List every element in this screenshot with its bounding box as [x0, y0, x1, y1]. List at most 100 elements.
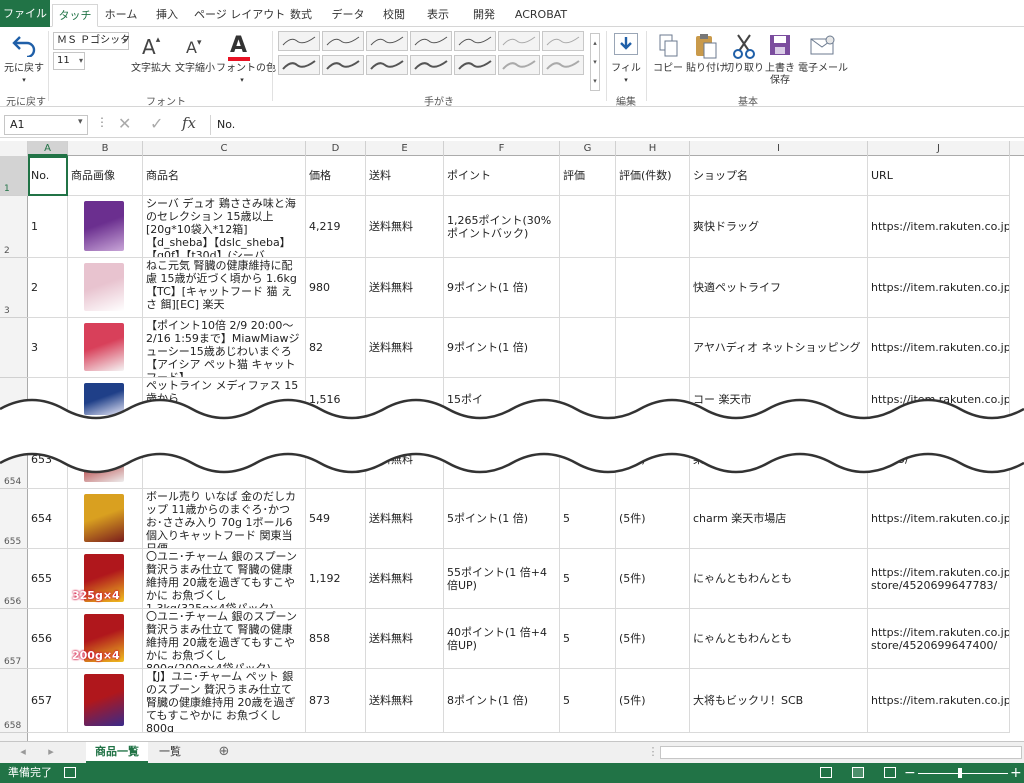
header-cell[interactable]: 商品名 — [143, 156, 306, 196]
ink-pen-swatch[interactable] — [278, 55, 320, 75]
row-header[interactable]: 658 — [0, 669, 28, 733]
sheet-tab-list[interactable]: 一覧 — [150, 742, 190, 763]
data-cell[interactable]: 2 — [28, 258, 68, 318]
data-cell[interactable]: https://item.rakuten.co.jp/aat-store/452… — [868, 549, 1010, 609]
font-name-dropdown[interactable]: ＭＳ Ｐゴシック ▾ — [53, 32, 130, 50]
ink-pen-swatch[interactable] — [542, 55, 584, 75]
product-image-cell[interactable] — [68, 196, 143, 258]
header-cell[interactable]: ポイント — [444, 156, 560, 196]
data-cell[interactable]: https://item.rakuten.co.jp/soukai/18752/ — [868, 196, 1010, 258]
data-cell[interactable]: https://item.rakuten.co.jp/chanet/248900… — [868, 489, 1010, 549]
header-cell[interactable]: 価格 — [306, 156, 366, 196]
insert-function-icon[interactable]: fx — [182, 114, 196, 132]
data-cell[interactable]: 4,219 — [306, 196, 366, 258]
row-header[interactable]: 1 — [0, 156, 28, 196]
data-cell[interactable]: 858 — [306, 609, 366, 669]
data-cell[interactable]: ねこ元気 腎臓の健康維持に配慮 15歳が近づく頃から 1.6kg 【TC】[キャ… — [143, 258, 306, 318]
cancel-icon[interactable]: ✕ — [118, 114, 131, 133]
chevron-down-icon[interactable]: ▾ — [18, 74, 30, 86]
cell-a1[interactable]: No. — [28, 156, 68, 196]
tab-data[interactable]: データ — [326, 4, 370, 27]
product-image-cell[interactable] — [68, 258, 143, 318]
data-cell[interactable] — [616, 318, 690, 378]
product-image-cell[interactable] — [68, 669, 143, 733]
column-header[interactable]: H — [616, 141, 690, 156]
data-cell[interactable]: 送料無料 — [366, 489, 444, 549]
add-sheet-icon[interactable]: ⊕ — [214, 742, 234, 763]
data-cell[interactable]: 送料無料 — [366, 258, 444, 318]
column-header[interactable]: J — [868, 141, 1010, 156]
scroll-left-icon[interactable]: ◂ — [16, 742, 30, 763]
chevron-down-icon[interactable]: ▾ — [620, 74, 632, 86]
select-all-corner[interactable] — [0, 141, 28, 156]
data-cell[interactable]: 5ポイント(1 倍) — [444, 489, 560, 549]
font-size-dropdown[interactable]: 11 ▾ — [53, 52, 85, 70]
data-cell[interactable]: ボール売り いなば 金のだしカップ 11歳からのまぐろ･かつお･ささみ入り 70… — [143, 489, 306, 549]
ink-pen-swatch[interactable] — [278, 31, 320, 51]
tab-home[interactable]: ホーム — [100, 4, 142, 27]
data-cell[interactable] — [560, 258, 616, 318]
zoom-out-icon[interactable]: − — [904, 763, 916, 783]
copy-icon[interactable] — [658, 33, 680, 62]
email-icon[interactable] — [810, 35, 836, 60]
shrink-font-icon[interactable]: A▾ — [186, 38, 201, 57]
header-cell[interactable]: 送料 — [366, 156, 444, 196]
data-cell[interactable] — [616, 258, 690, 318]
tab-page-layout[interactable]: ページ レイアウト — [194, 4, 285, 27]
data-cell[interactable]: 1 — [28, 196, 68, 258]
ink-pen-swatch[interactable] — [454, 31, 496, 51]
overwrite-save-button[interactable]: 上書き 保存 — [762, 63, 798, 87]
column-header[interactable]: E — [366, 141, 444, 156]
product-image-cell[interactable]: 200g×4 — [68, 609, 143, 669]
ink-pen-swatch[interactable] — [542, 31, 584, 51]
data-cell[interactable]: (5件) — [616, 669, 690, 733]
header-cell[interactable]: 評価(件数) — [616, 156, 690, 196]
data-cell[interactable]: シーバ デュオ 鶏ささみ味と海のセレクション 15歳以上[20g*10袋入*12… — [143, 196, 306, 258]
grow-font-icon[interactable]: A▴ — [142, 35, 160, 59]
ink-pen-swatch[interactable] — [366, 55, 408, 75]
data-cell[interactable] — [616, 196, 690, 258]
gallery-scroll[interactable]: ▴ ▾ ▾ — [590, 33, 600, 91]
data-cell[interactable] — [560, 318, 616, 378]
data-cell[interactable]: https://item.rakuten.co.jp/scbmitsuokun1… — [868, 669, 1010, 733]
ink-pen-swatch[interactable] — [498, 31, 540, 51]
data-cell[interactable]: 9ポイント(1 倍) — [444, 258, 560, 318]
ink-pen-swatch[interactable] — [322, 55, 364, 75]
ink-pen-swatch[interactable] — [454, 55, 496, 75]
fill-icon[interactable] — [614, 33, 638, 55]
data-cell[interactable]: 657 — [28, 669, 68, 733]
product-image-cell[interactable] — [68, 489, 143, 549]
product-image-cell[interactable] — [68, 318, 143, 378]
data-cell[interactable]: https://item.rakuten.co.jp/petworldone/9… — [868, 258, 1010, 318]
data-cell[interactable]: 送料無料 — [366, 549, 444, 609]
data-cell[interactable]: 5 — [560, 669, 616, 733]
column-header[interactable]: A — [28, 141, 68, 156]
data-cell[interactable]: 5 — [560, 609, 616, 669]
paste-button[interactable]: 貼り付け — [686, 63, 726, 75]
data-cell[interactable]: (5件) — [616, 549, 690, 609]
cut-button[interactable]: 切り取り — [724, 63, 764, 75]
data-cell[interactable] — [560, 196, 616, 258]
row-header[interactable]: 3 — [0, 258, 28, 318]
data-cell[interactable]: 1,265ポイント(30%ポイントバック) — [444, 196, 560, 258]
page-break-view-icon[interactable] — [884, 767, 896, 778]
font-color-icon[interactable]: A — [230, 33, 247, 58]
row-header[interactable]: 656 — [0, 549, 28, 609]
ink-pen-swatch[interactable] — [498, 55, 540, 75]
data-cell[interactable]: 大将もビックリ！SCB — [690, 669, 868, 733]
copy-button[interactable]: コピー — [652, 63, 684, 75]
tab-insert[interactable]: 挿入 — [146, 4, 188, 27]
header-cell[interactable]: 評価 — [560, 156, 616, 196]
horizontal-scrollbar[interactable] — [660, 746, 1022, 759]
zoom-slider[interactable] — [918, 773, 1008, 774]
ink-pen-swatch[interactable] — [410, 31, 452, 51]
data-cell[interactable]: 55ポイント(1 倍+4 倍UP) — [444, 549, 560, 609]
column-header[interactable]: G — [560, 141, 616, 156]
data-cell[interactable]: 送料無料 — [366, 609, 444, 669]
ink-pen-swatch[interactable] — [366, 31, 408, 51]
data-cell[interactable]: (5件) — [616, 489, 690, 549]
page-layout-view-icon[interactable] — [852, 767, 864, 778]
chevron-down-icon[interactable]: ▾ — [78, 117, 83, 127]
tab-touch[interactable]: タッチ — [52, 4, 98, 27]
normal-view-icon[interactable] — [820, 767, 832, 778]
